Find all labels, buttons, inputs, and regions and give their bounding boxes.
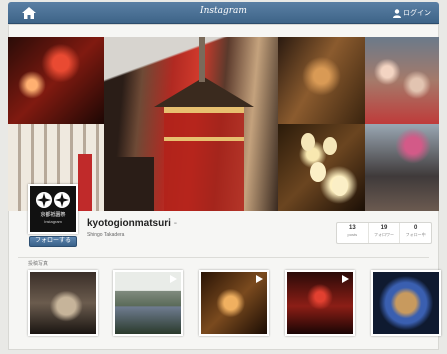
stat-label: posts: [347, 232, 358, 237]
username-text: kyotogionmatsuri: [87, 218, 171, 229]
login-label: ログイン: [403, 10, 431, 17]
photo-thumbnail[interactable]: [199, 270, 269, 336]
photo-thumbnail[interactable]: [285, 270, 355, 336]
avatar-caption: 京都祇園祭: [40, 212, 66, 218]
mosaic-photo[interactable]: [8, 37, 104, 124]
profile-full-name: Shingo Takadera: [87, 232, 125, 238]
crest-logo: [36, 192, 70, 208]
stat-value: 13: [348, 225, 356, 231]
user-icon: [393, 8, 401, 18]
profile-username: kyotogionmatsuri -: [87, 218, 177, 229]
photos-section-title: 投稿写真: [28, 261, 49, 267]
brand-logo: Instagram: [200, 6, 247, 16]
section-divider: [18, 257, 429, 258]
profile-avatar[interactable]: 京都祇園祭 Instagram: [28, 184, 78, 234]
photo-thumbnail[interactable]: [371, 270, 441, 336]
mosaic-photo[interactable]: [365, 124, 439, 211]
mosaic-photo[interactable]: [365, 37, 439, 124]
stat-followers[interactable]: 19 フォロワー: [369, 223, 401, 243]
play-icon: [170, 275, 177, 283]
photo-thumbnail[interactable]: [28, 270, 98, 336]
photo-thumbnail[interactable]: [113, 270, 183, 336]
username-suffix: -: [173, 218, 178, 229]
stat-value: 19: [380, 225, 388, 231]
play-icon: [256, 275, 263, 283]
stat-posts[interactable]: 13 posts: [337, 223, 369, 243]
follow-button[interactable]: フォローする: [29, 236, 77, 247]
profile-stats: 13 posts 19 フォロワー 0 フォロー中: [336, 222, 432, 244]
stat-label: フォロー中: [405, 232, 426, 237]
stat-value: 0: [414, 225, 418, 231]
stat-following[interactable]: 0 フォロー中: [400, 223, 431, 243]
mosaic-photo-large[interactable]: [104, 37, 278, 211]
mosaic-photo[interactable]: [278, 37, 365, 124]
avatar-subcaption: Instagram: [44, 219, 62, 224]
top-navigation-bar: Instagram ログイン: [8, 2, 439, 24]
play-icon: [342, 275, 349, 283]
login-link[interactable]: ログイン: [393, 8, 431, 18]
mosaic-photo[interactable]: [278, 124, 365, 211]
stat-label: フォロワー: [374, 232, 394, 237]
